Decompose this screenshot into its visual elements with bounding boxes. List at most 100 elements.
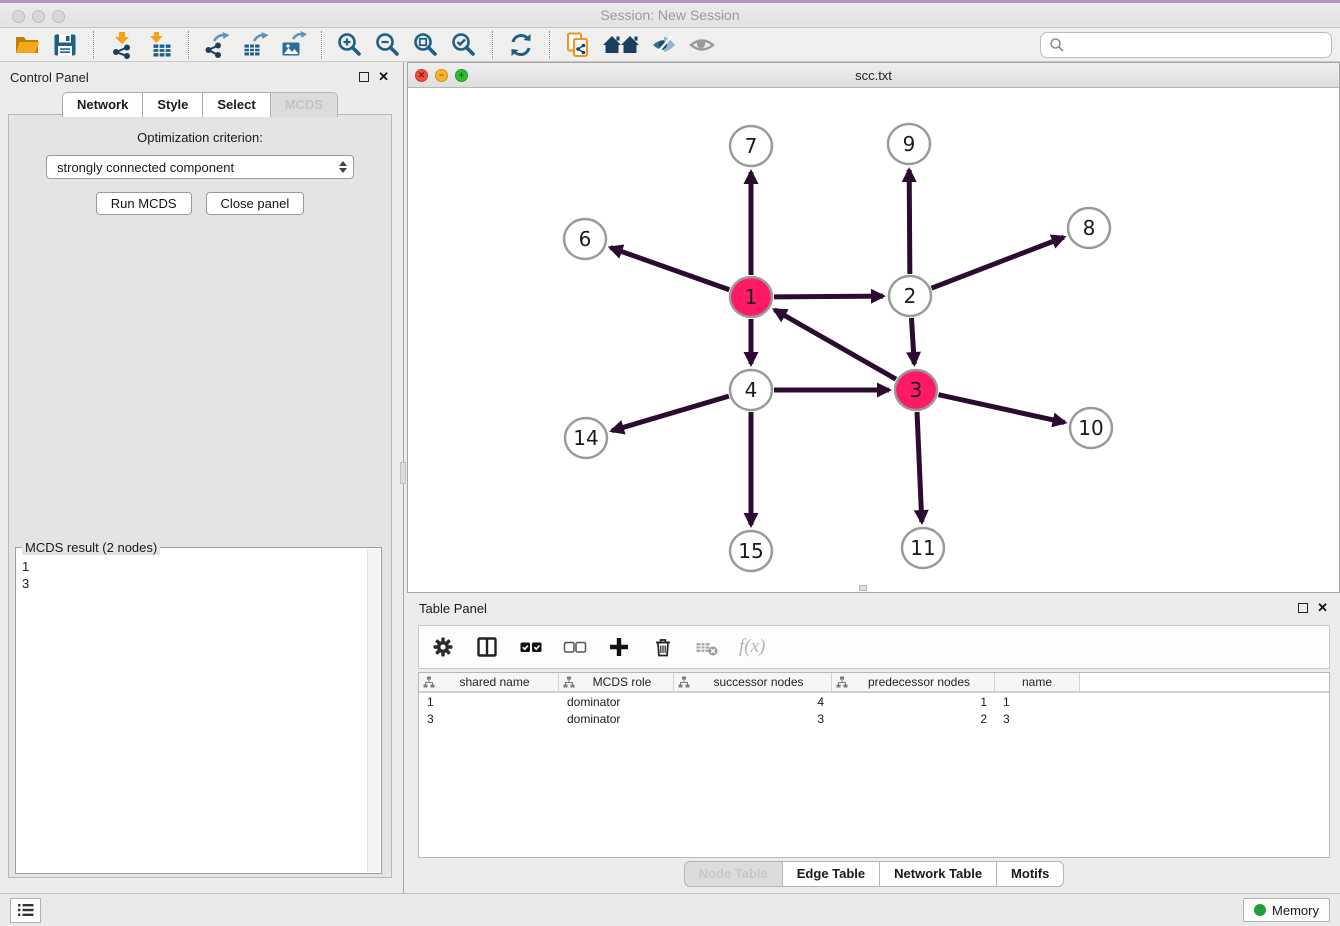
column-settings-gear-icon[interactable] [431, 635, 455, 659]
home-layout-icon[interactable] [601, 30, 641, 60]
cell-name[interactable]: 3 [995, 712, 1080, 726]
import-network-icon[interactable] [107, 30, 137, 60]
duplicate-network-icon[interactable] [563, 30, 593, 60]
show-panel-eye-icon[interactable] [687, 30, 717, 60]
graph-edge-2-9[interactable] [909, 170, 910, 274]
svg-text:15: 15 [738, 539, 763, 563]
network-canvas[interactable]: 7 9 6 8 1 2 4 3 14 10 15 11 [408, 88, 1339, 592]
graph-edge-1-2[interactable] [774, 296, 883, 297]
zoom-selected-icon[interactable] [449, 30, 479, 60]
graph-node-14[interactable]: 14 [565, 418, 607, 458]
zoom-out-icon[interactable] [373, 30, 403, 60]
main-toolbar [0, 28, 1340, 62]
task-history-button[interactable] [10, 898, 41, 923]
criterion-select[interactable]: strongly connected component [46, 155, 354, 179]
graph-node-4[interactable]: 4 [730, 370, 772, 410]
graph-edge-3-1[interactable] [775, 310, 896, 379]
app-titlebar: Session: New Session [0, 0, 1340, 28]
graph-node-15[interactable]: 15 [730, 531, 772, 571]
splitter-handle[interactable] [400, 462, 406, 484]
column-header-successor-nodes[interactable]: successor nodes [674, 673, 832, 691]
window-close-dot[interactable] [12, 10, 25, 23]
graph-node-6[interactable]: 6 [564, 219, 606, 259]
graph-edge-4-14[interactable] [612, 396, 729, 431]
table-panel-float-icon[interactable] [1298, 603, 1308, 613]
zoom-in-icon[interactable] [335, 30, 365, 60]
tab-select[interactable]: Select [202, 92, 270, 117]
graph-node-8[interactable]: 8 [1068, 208, 1110, 248]
table-panel-close-icon[interactable]: ✕ [1317, 603, 1328, 613]
tab-network-table[interactable]: Network Table [879, 861, 997, 887]
graph-node-1[interactable]: 1 [730, 277, 772, 317]
function-builder-icon[interactable]: f(x) [739, 636, 765, 658]
column-header-predecessor-nodes[interactable]: predecessor nodes [832, 673, 995, 691]
tab-network[interactable]: Network [62, 92, 143, 117]
graph-node-9[interactable]: 9 [888, 124, 930, 164]
close-panel-button[interactable]: Close panel [206, 192, 305, 215]
window-control-dots[interactable] [12, 10, 65, 23]
cell-shared-name[interactable]: 3 [419, 712, 559, 726]
search-input[interactable] [1065, 37, 1323, 52]
window-maximize-dot[interactable] [52, 10, 65, 23]
tab-edge-table[interactable]: Edge Table [782, 861, 880, 887]
window-minimize-dot[interactable] [32, 10, 45, 23]
format-columns-icon[interactable] [475, 635, 499, 659]
cell-successor-nodes[interactable]: 3 [674, 712, 832, 726]
search-box[interactable] [1040, 32, 1332, 58]
control-panel-float-icon[interactable] [359, 72, 369, 82]
cell-shared-name[interactable]: 1 [419, 695, 559, 709]
table-row[interactable]: 1 dominator 4 1 1 [419, 693, 1329, 710]
hide-panel-eye-icon[interactable] [649, 30, 679, 60]
column-type-icon [678, 676, 690, 688]
control-panel-close-icon[interactable]: ✕ [378, 72, 389, 82]
tab-motifs[interactable]: Motifs [996, 861, 1064, 887]
graph-edge-2-8[interactable] [932, 237, 1064, 288]
graph-edge-3-11[interactable] [917, 412, 922, 522]
graph-node-11[interactable]: 11 [902, 528, 944, 568]
open-file-icon[interactable] [12, 30, 42, 60]
column-header-shared-name[interactable]: shared name [419, 673, 559, 691]
column-header-mcds-role[interactable]: MCDS role [559, 673, 674, 691]
graph-node-10[interactable]: 10 [1070, 408, 1112, 448]
export-network-icon[interactable] [202, 30, 232, 60]
memory-button[interactable]: Memory [1243, 898, 1330, 922]
cell-mcds-role[interactable]: dominator [559, 712, 674, 726]
cell-predecessor-nodes[interactable]: 2 [832, 712, 995, 726]
graph-node-7[interactable]: 7 [730, 126, 772, 166]
tab-node-table[interactable]: Node Table [684, 861, 783, 887]
save-session-icon[interactable] [50, 30, 80, 60]
destroy-table-icon[interactable] [695, 635, 719, 659]
panel-splitter[interactable] [399, 62, 407, 893]
svg-text:9: 9 [903, 132, 916, 156]
graph-edge-3-10[interactable] [938, 395, 1064, 423]
cell-name[interactable]: 1 [995, 695, 1080, 709]
toolbar-separator [93, 31, 94, 59]
cell-mcds-role[interactable]: dominator [559, 695, 674, 709]
export-table-icon[interactable] [240, 30, 270, 60]
select-all-rows-icon[interactable] [519, 635, 543, 659]
delete-row-trash-icon[interactable] [651, 635, 675, 659]
graph-edge-2-3[interactable] [911, 318, 914, 364]
zoom-fit-icon[interactable] [411, 30, 441, 60]
deselect-all-rows-icon[interactable] [563, 635, 587, 659]
column-header-name[interactable]: name [995, 673, 1080, 691]
tab-mcds[interactable]: MCDS [270, 92, 338, 117]
tab-style[interactable]: Style [142, 92, 203, 117]
cell-predecessor-nodes[interactable]: 1 [832, 695, 995, 709]
network-view-titlebar[interactable]: ✕ − + scc.txt [408, 63, 1339, 88]
graph-node-3[interactable]: 3 [895, 370, 937, 410]
table-tabs: Node Table Edge Table Network Table Moti… [407, 861, 1340, 887]
run-mcds-button[interactable]: Run MCDS [96, 192, 192, 215]
canvas-scroll-handle[interactable] [859, 585, 867, 591]
column-type-icon [563, 676, 575, 688]
cell-successor-nodes[interactable]: 4 [674, 695, 832, 709]
import-table-icon[interactable] [145, 30, 175, 60]
table-row[interactable]: 3 dominator 3 2 3 [419, 710, 1329, 727]
export-image-icon[interactable] [278, 30, 308, 60]
mcds-result-text[interactable]: 1 3 [22, 558, 365, 871]
result-scrollbar[interactable] [367, 549, 380, 872]
add-row-icon[interactable] [607, 635, 631, 659]
graph-edge-1-6[interactable] [610, 248, 729, 290]
graph-node-2[interactable]: 2 [889, 276, 931, 316]
refresh-view-icon[interactable] [506, 30, 536, 60]
